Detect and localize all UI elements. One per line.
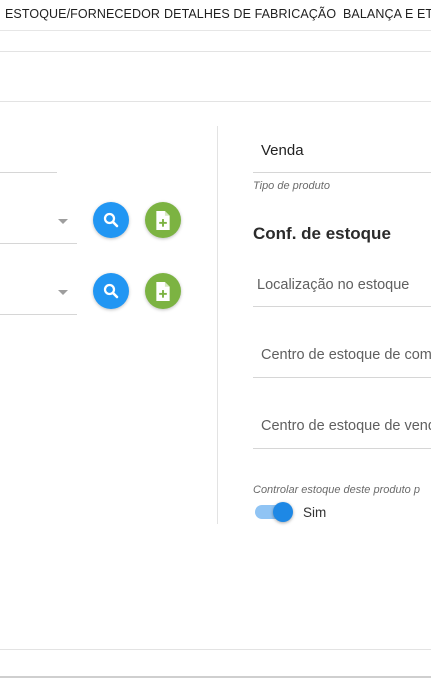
search-icon — [103, 212, 119, 228]
purchase-stock-center-placeholder: Centro de estoque de com — [261, 347, 431, 363]
scrollbar-track[interactable] — [0, 676, 431, 678]
search-button[interactable] — [93, 273, 129, 309]
file-add-icon — [156, 210, 170, 230]
toggle-label: Sim — [303, 505, 327, 520]
chevron-down-icon[interactable] — [58, 219, 68, 224]
tab-detalhes-fabricacao[interactable]: DETALHES DE FABRICAÇÃO — [164, 7, 336, 21]
column-divider — [217, 126, 218, 524]
tab-balanca-etiqueta[interactable]: BALANÇA E ET — [343, 7, 431, 21]
field-underline — [253, 306, 431, 307]
field-underline — [253, 172, 431, 173]
divider — [0, 51, 431, 52]
product-type-hint: Tipo de produto — [253, 180, 330, 192]
field-underline — [253, 448, 431, 449]
section-title: Conf. de estoque — [253, 224, 391, 243]
field-underline — [253, 377, 431, 378]
add-new-button[interactable] — [145, 273, 181, 309]
toggle-thumb[interactable] — [273, 502, 293, 522]
add-new-button[interactable] — [145, 202, 181, 238]
field-underline — [0, 172, 57, 173]
chevron-down-icon[interactable] — [58, 290, 68, 295]
tab-bar: ESTOQUE/FORNECEDOR DETALHES DE FABRICAÇÃ… — [0, 0, 431, 31]
product-type-value: Venda — [261, 142, 304, 159]
stock-control-label: Controlar estoque deste produto p — [253, 484, 420, 496]
stock-location-placeholder: Localização no estoque — [257, 277, 410, 293]
sales-stock-center-placeholder: Centro de estoque de vend — [261, 418, 431, 434]
search-icon — [103, 283, 119, 299]
tab-estoque-fornecedor[interactable]: ESTOQUE/FORNECEDOR — [5, 7, 160, 21]
search-button[interactable] — [93, 202, 129, 238]
file-add-icon — [156, 281, 170, 301]
divider — [0, 101, 431, 102]
field-underline — [0, 243, 77, 244]
field-underline — [0, 314, 77, 315]
divider — [0, 649, 431, 650]
